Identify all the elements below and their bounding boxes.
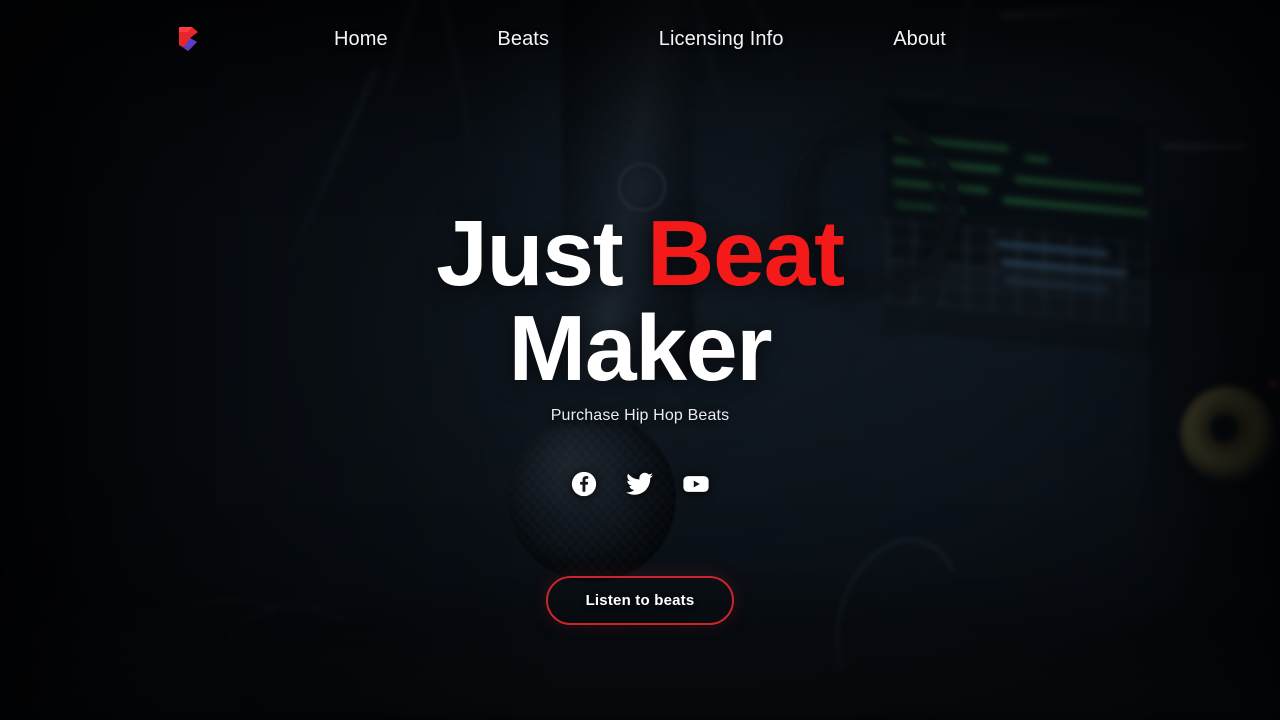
listen-to-beats-button[interactable]: Listen to beats (545, 576, 735, 625)
hero-section: Home Beats Licensing Info About Just Bea… (0, 0, 1280, 720)
nav-link-beats[interactable]: Beats (497, 28, 549, 51)
facebook-icon[interactable] (570, 470, 598, 498)
hero-copy: Just Beat Maker Purchase Hip Hop Beats (0, 206, 1280, 425)
nav-link-licensing-info[interactable]: Licensing Info (659, 28, 784, 51)
headline-word-beat: Beat (647, 201, 845, 305)
social-links (0, 470, 1280, 498)
beat-maker-logo-icon[interactable] (176, 26, 200, 52)
nav-link-about[interactable]: About (893, 28, 946, 51)
headline-line-1: Just Beat (0, 206, 1280, 301)
page-title: Just Beat Maker (0, 206, 1280, 396)
top-navigation-bar: Home Beats Licensing Info About (0, 0, 1280, 78)
hero-content: Home Beats Licensing Info About Just Bea… (0, 0, 1280, 720)
cta-container: Listen to beats (0, 576, 1280, 625)
twitter-icon[interactable] (626, 470, 654, 498)
hero-subtitle: Purchase Hip Hop Beats (550, 406, 730, 424)
headline-word-just: Just (436, 201, 648, 305)
headline-line-2: Maker (508, 295, 773, 400)
youtube-icon[interactable] (682, 470, 710, 498)
nav-links: Home Beats Licensing Info About (320, 0, 960, 78)
nav-link-home[interactable]: Home (334, 28, 388, 51)
